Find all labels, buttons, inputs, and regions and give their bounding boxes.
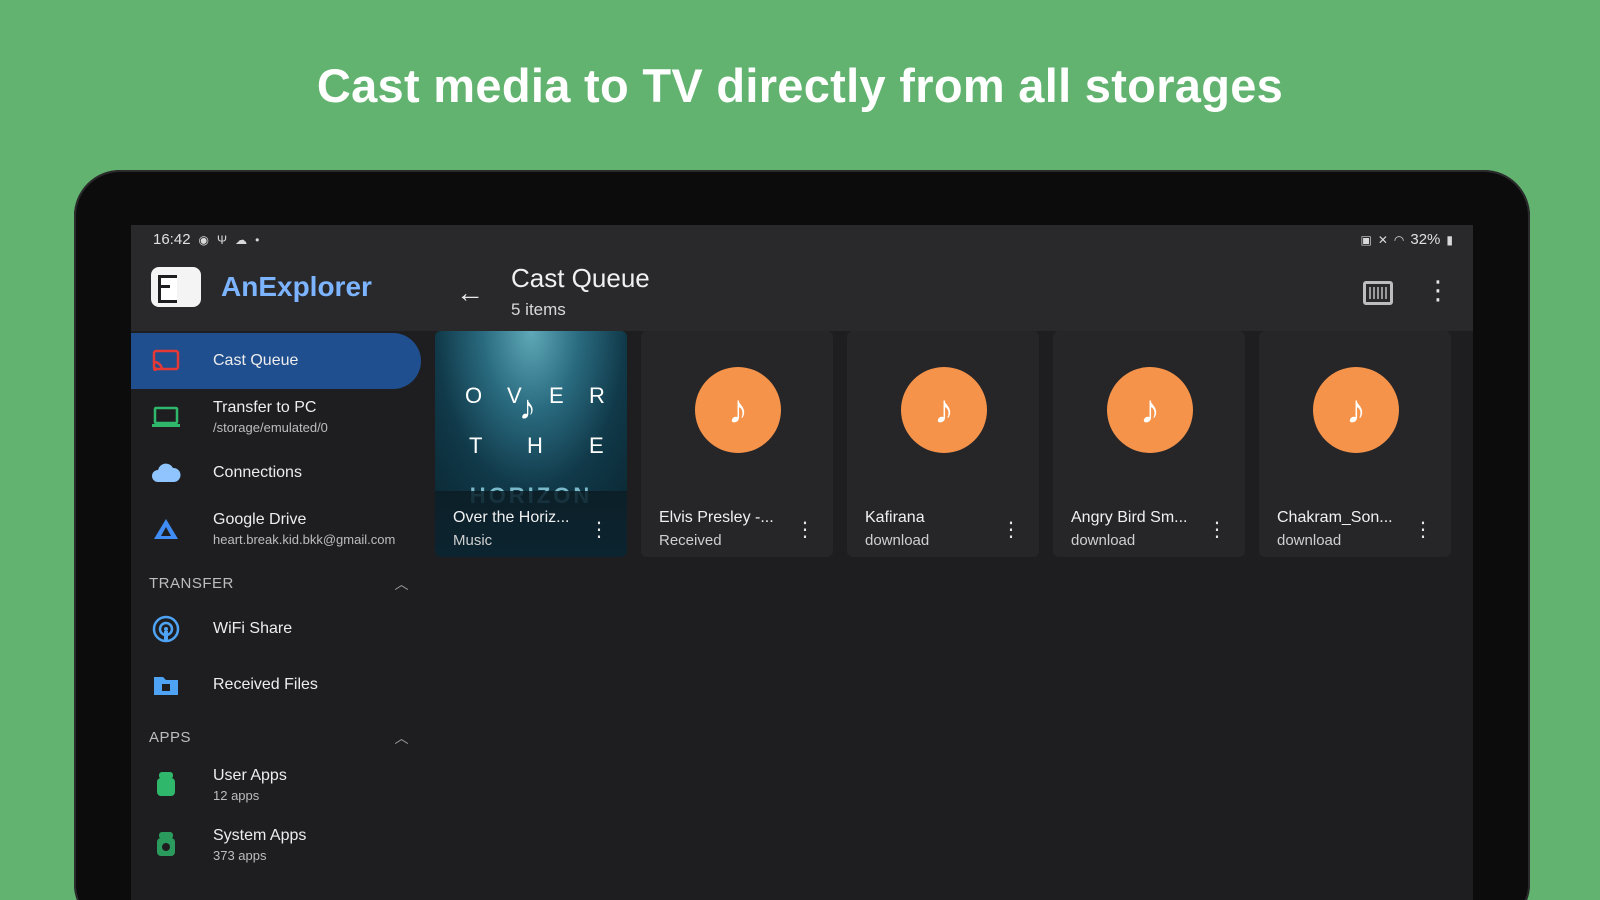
- sidebar-item-label: Transfer to PC: [213, 399, 317, 416]
- wifi-share-icon: [151, 615, 181, 643]
- section-header-apps[interactable]: APPS ︿: [149, 729, 409, 746]
- section-header-transfer[interactable]: TRANSFER ︿: [149, 575, 409, 592]
- music-note-icon: ♪: [1107, 367, 1193, 453]
- more-options-icon[interactable]: ⋮: [1413, 517, 1433, 542]
- status-bar: 16:42 ◉ Ψ ☁ • ▣ ✕ ◠ 32% ▮: [131, 225, 1473, 255]
- media-thumbnail: ♪: [1053, 331, 1245, 491]
- media-source: Music: [453, 532, 493, 549]
- sidebar-item-label: Received Files: [213, 676, 318, 693]
- more-options-icon[interactable]: ⋮: [589, 517, 609, 542]
- folder-icon: [151, 672, 181, 698]
- android-icon: [151, 832, 181, 858]
- cast-icon[interactable]: [1363, 281, 1393, 305]
- media-source: download: [865, 532, 930, 549]
- sidebar-item-cast-queue[interactable]: Cast Queue: [131, 333, 421, 389]
- section-title: APPS: [149, 729, 192, 746]
- brand: AnExplorer: [151, 267, 372, 307]
- media-thumbnail: ♪: [847, 331, 1039, 491]
- sidebar-item-received-files[interactable]: Received Files: [131, 657, 421, 713]
- album-art-image: O V E R T H E ♪ HORIZON: [435, 331, 627, 508]
- sidebar-item-path: /storage/emulated/0: [213, 420, 328, 435]
- more-options-icon[interactable]: ⋮: [795, 517, 815, 542]
- status-time: 16:42: [153, 231, 191, 248]
- battery-percent: 32%: [1410, 231, 1441, 248]
- media-thumbnail: ♪: [641, 331, 833, 491]
- chevron-up-icon: ︿: [394, 576, 409, 592]
- back-arrow-icon[interactable]: ←: [456, 277, 484, 309]
- alarm-icon: ▣: [1360, 232, 1372, 247]
- album-letter: O: [465, 383, 483, 408]
- sidebar-item-google-drive[interactable]: Google Drive heart.break.kid.bkk@gmail.c…: [131, 501, 421, 557]
- media-card[interactable]: ♪ Angry Bird Sm... download ⋮: [1053, 331, 1245, 557]
- chevron-up-icon: ︿: [394, 730, 409, 746]
- battery-icon: ▮: [1446, 232, 1453, 247]
- title-block: Cast Queue 5 items: [511, 263, 650, 320]
- app-name: AnExplorer: [221, 271, 372, 302]
- page-title: Cast Queue: [511, 263, 650, 293]
- music-note-icon: ♪: [519, 389, 536, 427]
- app-screen: 16:42 ◉ Ψ ☁ • ▣ ✕ ◠ 32% ▮ AnExplorer ← C…: [131, 225, 1473, 900]
- media-card[interactable]: ♪ Chakram_Son... download ⋮: [1259, 331, 1451, 557]
- sidebar-item-account: heart.break.kid.bkk@gmail.com: [213, 532, 396, 547]
- sidebar-item-count: 373 apps: [213, 848, 267, 863]
- music-note-icon: ♪: [901, 367, 987, 453]
- navigation-drawer: Cast Queue Transfer to PC /storage/emula…: [131, 331, 431, 900]
- sidebar-item-label: Connections: [213, 464, 302, 481]
- media-title: Elvis Presley -...: [659, 509, 774, 526]
- more-options-icon[interactable]: ⋮: [1001, 517, 1021, 542]
- media-title: Angry Bird Sm...: [1071, 509, 1188, 526]
- media-source: download: [1071, 532, 1136, 549]
- cloud-status-icon: ☁: [235, 232, 248, 247]
- drive-icon: [151, 516, 181, 542]
- sidebar-item-user-apps[interactable]: User Apps 12 apps: [131, 757, 421, 813]
- media-thumbnail: ♪: [1259, 331, 1451, 491]
- album-letter: T: [469, 433, 483, 458]
- section-title: TRANSFER: [149, 575, 234, 592]
- promo-headline: Cast media to TV directly from all stora…: [316, 59, 1284, 112]
- music-note-icon: ♪: [695, 367, 781, 453]
- sidebar-item-system-apps[interactable]: System Apps 373 apps: [131, 817, 421, 873]
- android-icon: [151, 772, 181, 798]
- usb-icon: Ψ: [217, 232, 228, 247]
- sidebar-item-label: User Apps: [213, 767, 287, 784]
- album-letter: H: [527, 433, 543, 458]
- media-source: download: [1277, 532, 1342, 549]
- cast-queue-grid: O V E R T H E ♪ HORIZON Over the Horiz..…: [435, 331, 1465, 571]
- media-title: Kafirana: [865, 509, 925, 526]
- sidebar-item-count: 12 apps: [213, 788, 260, 803]
- music-note-icon: ♪: [1313, 367, 1399, 453]
- album-letter: E: [589, 433, 604, 458]
- sidebar-item-label: Google Drive: [213, 511, 307, 528]
- monitor-icon: [151, 404, 181, 430]
- media-card[interactable]: ♪ Kafirana download ⋮: [847, 331, 1039, 557]
- more-options-icon[interactable]: ⋮: [1425, 275, 1451, 306]
- sidebar-item-wifi-share[interactable]: WiFi Share: [131, 601, 421, 657]
- album-letter: E: [549, 383, 564, 408]
- cast-icon: [151, 348, 181, 374]
- sidebar-item-label: System Apps: [213, 827, 307, 844]
- media-source: Received: [659, 532, 722, 549]
- media-card[interactable]: ♪ Elvis Presley -... Received ⋮: [641, 331, 833, 557]
- sidebar-item-label: Cast Queue: [213, 352, 299, 369]
- cloud-icon: [151, 460, 181, 486]
- sidebar-item-transfer-to-pc[interactable]: Transfer to PC /storage/emulated/0: [131, 389, 421, 445]
- media-title: Chakram_Son...: [1277, 509, 1393, 526]
- wifi-status-icon: ◠: [1393, 232, 1405, 247]
- album-letter: R: [589, 383, 605, 408]
- sidebar-item-label: WiFi Share: [213, 620, 293, 637]
- app-bar: AnExplorer ← Cast Queue 5 items ⋮: [131, 255, 1473, 331]
- sidebar-item-connections[interactable]: Connections: [131, 445, 421, 501]
- mute-icon: ✕: [1377, 232, 1388, 247]
- media-card[interactable]: O V E R T H E ♪ HORIZON Over the Horiz..…: [435, 331, 627, 557]
- more-options-icon[interactable]: ⋮: [1207, 517, 1227, 542]
- app-logo-icon: [151, 267, 201, 307]
- status-dot: •: [255, 232, 260, 247]
- page-subtitle: 5 items: [511, 300, 566, 319]
- notification-icon: ◉: [198, 232, 210, 247]
- media-title: Over the Horiz...: [453, 509, 570, 526]
